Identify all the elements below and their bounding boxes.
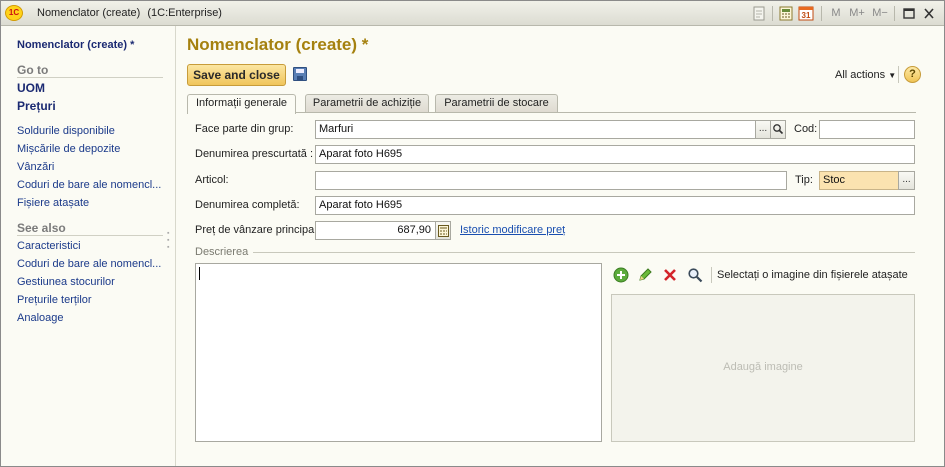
group-label: Face parte din grup: bbox=[195, 123, 294, 135]
nav-link-fisiere[interactable]: Fișiere atașate bbox=[17, 197, 89, 209]
image-toolbar-separator bbox=[711, 267, 712, 283]
calculator-icon bbox=[437, 225, 449, 237]
calculator-icon[interactable] bbox=[779, 6, 793, 21]
nav-link-preturi[interactable]: Prețuri bbox=[17, 99, 56, 113]
full-name-field[interactable]: Aparat foto H695 bbox=[315, 196, 915, 215]
close-icon[interactable] bbox=[922, 6, 936, 21]
memory-minus-button[interactable]: M− bbox=[871, 6, 889, 21]
price-calculator-button[interactable] bbox=[435, 221, 451, 240]
image-placeholder-text: Adaugă imagine bbox=[723, 361, 803, 373]
toolbar-separator bbox=[898, 66, 899, 83]
doc-link-icon[interactable] bbox=[752, 6, 766, 21]
add-icon[interactable] bbox=[613, 267, 629, 283]
window-title: Nomenclator (create) (1C:Enterprise) bbox=[37, 7, 226, 19]
short-name-field[interactable]: Aparat foto H695 bbox=[315, 145, 915, 164]
all-actions-menu[interactable]: All actions ▼ bbox=[835, 69, 896, 81]
tab-parametrii-achizitie[interactable]: Parametrii de achiziție bbox=[305, 94, 429, 113]
edit-pencil-icon[interactable] bbox=[637, 267, 653, 283]
full-name-label: Denumirea completă: bbox=[195, 199, 300, 211]
nav-link-gestiunea[interactable]: Gestiunea stocurilor bbox=[17, 276, 115, 288]
help-icon[interactable]: ? bbox=[904, 66, 921, 83]
nav-link-preturile-tertilor[interactable]: Prețurile terților bbox=[17, 294, 92, 306]
nav-panel-title: Nomenclator (create) * bbox=[17, 39, 135, 51]
nav-link-caracteristici[interactable]: Caracteristici bbox=[17, 240, 81, 252]
nav-link-vanzari[interactable]: Vânzări bbox=[17, 161, 54, 173]
type-select-button[interactable]: ... bbox=[898, 171, 915, 190]
description-textarea[interactable] bbox=[195, 263, 602, 442]
see-also-section-heading: See also bbox=[17, 221, 66, 235]
tab-informatii-generale[interactable]: Informații generale bbox=[187, 94, 296, 114]
group-field[interactable]: Marfuri bbox=[315, 120, 756, 139]
article-label: Articol: bbox=[195, 174, 229, 186]
app-window: 1С Nomenclator (create) (1C:Enterprise) … bbox=[0, 0, 945, 467]
price-history-link[interactable]: Istoric modificare preț bbox=[460, 224, 565, 236]
tab-parametrii-stocare[interactable]: Parametrii de stocare bbox=[435, 94, 558, 113]
section-divider bbox=[17, 77, 163, 78]
image-preview-box[interactable]: Adaugă imagine bbox=[611, 294, 915, 442]
price-label: Preț de vânzare principal: bbox=[195, 224, 320, 236]
memory-button[interactable]: M bbox=[829, 6, 843, 21]
text-caret bbox=[199, 267, 200, 280]
form-area: Nomenclator (create) * Save and close Al… bbox=[177, 26, 945, 467]
short-name-label: Denumirea prescurtată : bbox=[195, 148, 313, 160]
window-title-text: Nomenclator (create) bbox=[37, 7, 141, 19]
goto-section-heading: Go to bbox=[17, 63, 49, 77]
form-title: Nomenclator (create) * bbox=[187, 35, 369, 54]
tab-strip-line bbox=[187, 112, 916, 113]
description-group-line bbox=[253, 252, 915, 253]
window-app-name: (1C:Enterprise) bbox=[147, 7, 222, 19]
group-search-button[interactable] bbox=[770, 120, 786, 139]
maximize-icon[interactable] bbox=[902, 6, 916, 21]
cod-label: Cod: bbox=[794, 123, 818, 135]
nav-link-coduri-bare-2[interactable]: Coduri de bare ale nomencl... bbox=[17, 258, 161, 270]
navigation-panel: Nomenclator (create) * Go to UOM Prețuri… bbox=[1, 26, 176, 466]
article-field[interactable] bbox=[315, 171, 787, 190]
title-separator bbox=[772, 6, 773, 21]
chevron-down-icon: ▼ bbox=[888, 71, 897, 80]
price-field[interactable]: 687,90 bbox=[315, 221, 436, 240]
title-bar: 1С Nomenclator (create) (1C:Enterprise) … bbox=[1, 1, 944, 26]
select-attached-image-button[interactable]: Selectați o imagine din fișierele atașat… bbox=[717, 269, 908, 281]
title-separator bbox=[894, 6, 895, 21]
nav-link-uom[interactable]: UOM bbox=[17, 81, 45, 95]
delete-icon[interactable] bbox=[662, 267, 678, 283]
nav-link-analoage[interactable]: Analoage bbox=[17, 312, 64, 324]
cod-field[interactable] bbox=[819, 120, 915, 139]
search-icon[interactable] bbox=[687, 267, 703, 283]
save-and-close-button[interactable]: Save and close bbox=[187, 64, 286, 86]
nav-link-coduri-bare[interactable]: Coduri de bare ale nomencl... bbox=[17, 179, 161, 191]
section-divider bbox=[17, 235, 163, 236]
app-logo-icon[interactable]: 1С bbox=[5, 5, 23, 21]
memory-plus-button[interactable]: M+ bbox=[848, 6, 866, 21]
all-actions-label: All actions bbox=[835, 69, 886, 81]
search-icon bbox=[773, 124, 784, 135]
panel-resize-grip[interactable]: ▪ ▪ ▪ bbox=[167, 230, 169, 251]
save-icon[interactable] bbox=[293, 67, 307, 81]
nav-link-miscari[interactable]: Mișcările de depozite bbox=[17, 143, 120, 155]
type-label: Tip: bbox=[795, 174, 813, 186]
title-separator bbox=[821, 6, 822, 21]
calendar-icon[interactable]: 31 bbox=[798, 6, 814, 21]
type-field[interactable]: Stoc bbox=[819, 171, 899, 190]
nav-link-solduri[interactable]: Soldurile disponibile bbox=[17, 125, 115, 137]
group-select-button[interactable]: ... bbox=[755, 120, 771, 139]
description-group-label: Descrierea bbox=[195, 246, 249, 258]
calendar-day: 31 bbox=[801, 11, 811, 20]
